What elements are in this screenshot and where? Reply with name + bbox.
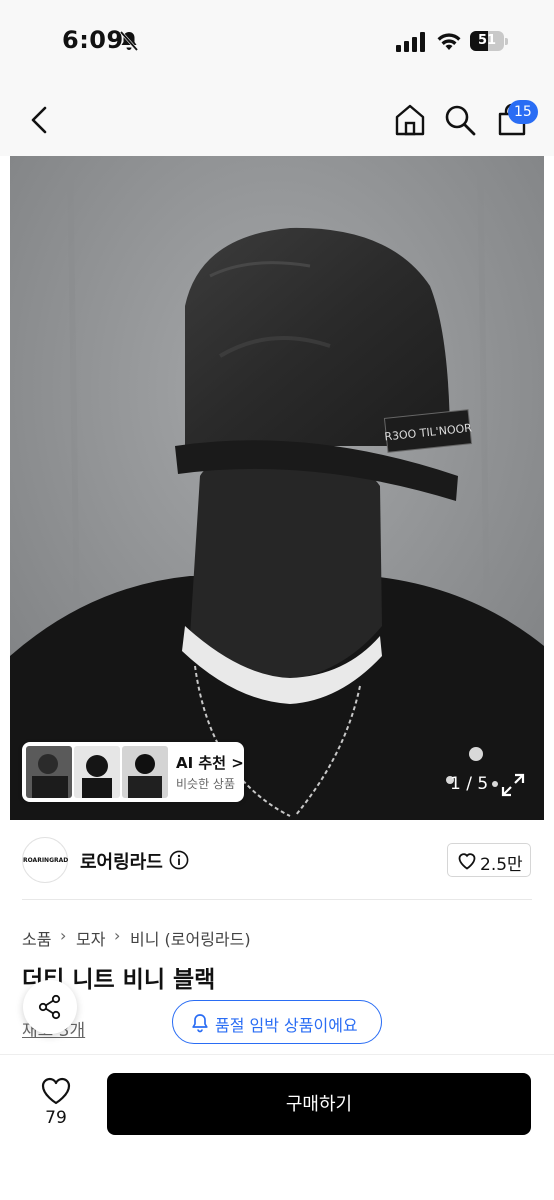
wishlist-count: 79	[45, 1108, 67, 1128]
brand-like-button[interactable]: 2.5만	[447, 843, 531, 877]
search-icon[interactable]	[442, 102, 478, 138]
ai-recommend-subtitle: 비슷한 상품	[176, 777, 236, 791]
breadcrumb-item[interactable]: 모자	[76, 926, 105, 950]
sold-out-soon-label: 품절 임박 상품이에요	[215, 1016, 358, 1035]
back-arrow-icon[interactable]	[26, 104, 54, 136]
chevron-right-icon: ›	[60, 926, 67, 945]
image-counter: 1 / 5	[450, 774, 489, 794]
product-image[interactable]: R3OO TIL'NOOR	[10, 156, 544, 820]
ai-recommend-title: AI 추천 >	[176, 754, 244, 772]
buy-button[interactable]: 구매하기	[107, 1073, 531, 1135]
ai-thumbnail-1	[26, 746, 72, 798]
ai-thumbnail-3	[122, 746, 168, 798]
brand-name[interactable]: 로어링라드	[80, 848, 163, 874]
divider	[22, 899, 532, 900]
ai-thumbnail-2	[74, 746, 120, 798]
bell-muted-icon	[119, 31, 139, 51]
home-icon[interactable]	[392, 102, 428, 138]
brand-logo[interactable]: ROARINGRAD	[22, 837, 68, 883]
battery-indicator: 51	[470, 31, 508, 51]
bell-icon	[192, 1014, 208, 1033]
sold-out-soon-notice: 품절 임박 상품이에요	[172, 1000, 382, 1044]
brand-like-count: 2.5만	[480, 855, 523, 875]
wifi-icon	[437, 33, 461, 50]
breadcrumb-item[interactable]: 비니 (로어링라드)	[130, 926, 251, 950]
cart-count-badge: 15	[508, 100, 538, 124]
ai-recommend-card[interactable]: AI 추천 > 비슷한 상품	[22, 742, 244, 802]
status-time: 6:09	[62, 26, 124, 54]
info-icon[interactable]	[169, 850, 189, 870]
wishlist-heart-icon[interactable]	[40, 1076, 72, 1106]
cellular-signal-icon	[396, 32, 425, 52]
heart-icon	[458, 853, 476, 870]
chevron-right-icon: ›	[114, 926, 121, 945]
battery-level: 51	[477, 33, 497, 48]
expand-icon[interactable]	[500, 772, 526, 798]
share-button[interactable]	[23, 980, 77, 1034]
top-nav-bar	[0, 84, 554, 156]
product-photo-illustration: R3OO TIL'NOOR	[10, 156, 544, 820]
share-icon	[38, 994, 61, 1020]
status-bar: 6:09 51	[0, 0, 554, 84]
breadcrumb-item[interactable]: 소품	[22, 926, 51, 950]
